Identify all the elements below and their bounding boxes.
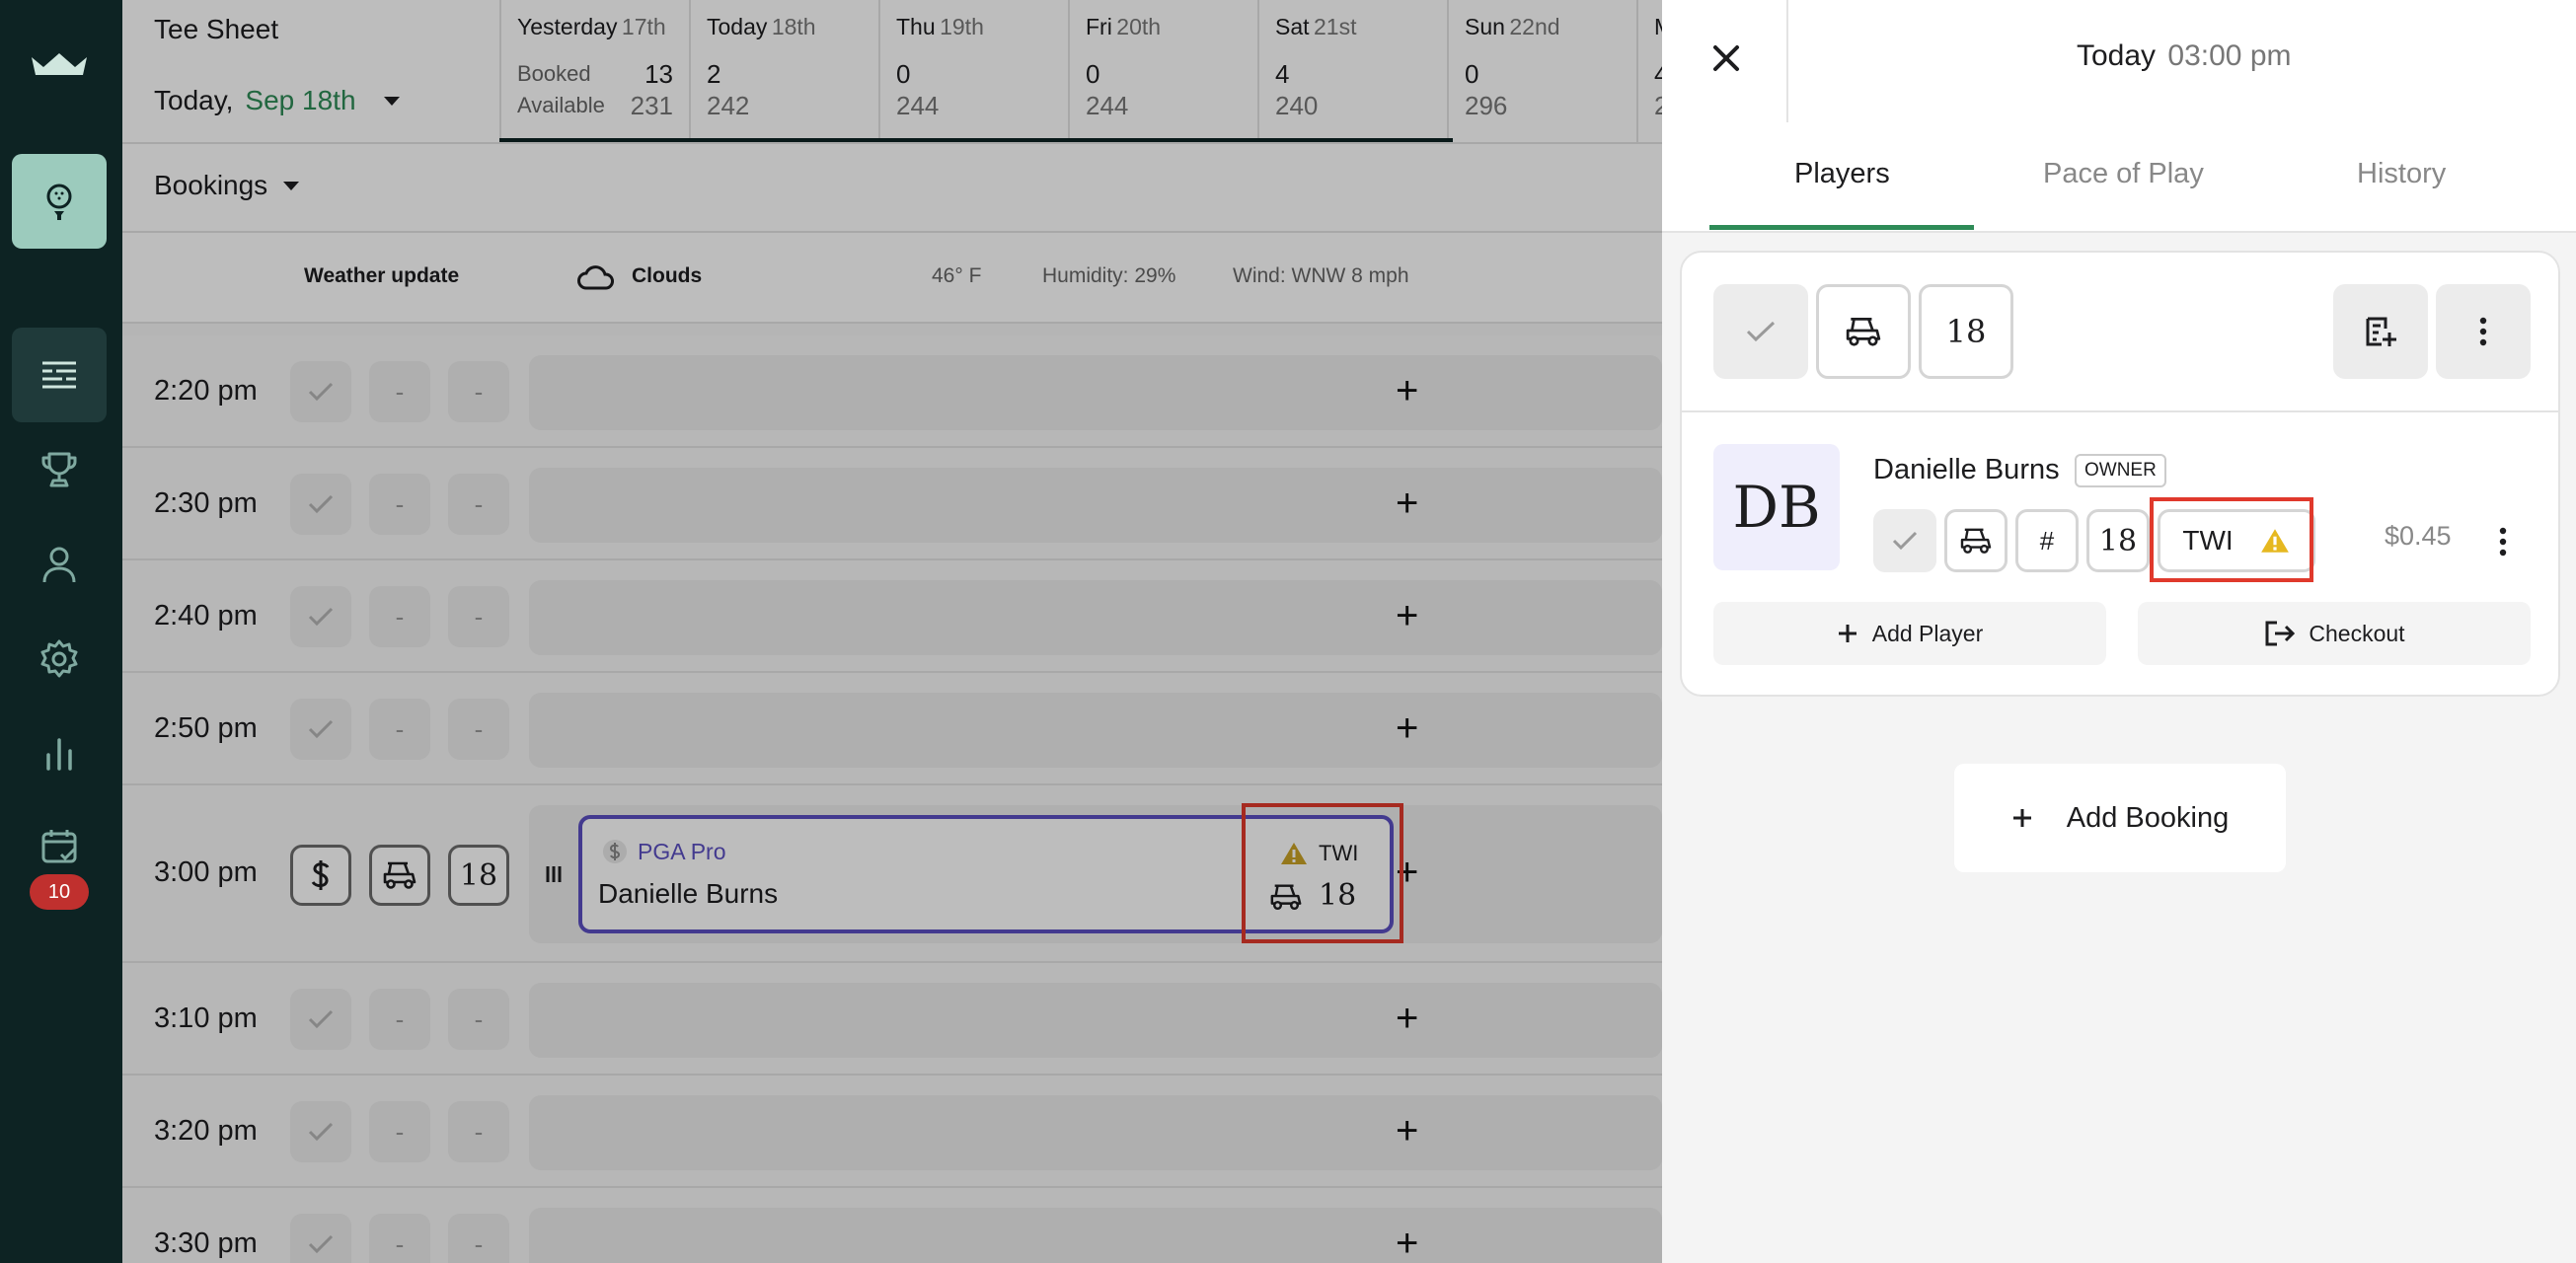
player-price: $0.45 [2385, 521, 2452, 551]
nav-item-tee-sheet[interactable] [12, 328, 107, 422]
more-vertical-icon [2479, 317, 2487, 346]
nav-item-reservations[interactable] [36, 823, 83, 870]
bar-chart-icon [46, 738, 72, 771]
nav-item-settings[interactable] [36, 635, 83, 683]
avatar: DB [1713, 444, 1840, 570]
golf-ball-tee-icon [46, 184, 72, 220]
panel-header: Today 03:00 pm Players Pace of Play Hist… [1662, 0, 2576, 233]
owner-badge: OWNER [2075, 454, 2166, 487]
checkout-button[interactable]: Checkout [2138, 602, 2531, 665]
nav-item-reports[interactable] [36, 730, 83, 778]
side-nav: 10 [0, 0, 122, 1263]
receipt-button[interactable] [2333, 284, 2428, 379]
golf-cart-icon [1846, 317, 1881, 346]
header-divider [1786, 0, 1788, 122]
nav-item-tournaments[interactable] [36, 446, 83, 493]
active-tab-indicator [1709, 225, 1974, 230]
player-name[interactable]: Danielle Burns [1873, 454, 2060, 486]
trophy-icon [41, 452, 77, 487]
user-icon [42, 547, 76, 583]
booking-group-card: 18 DB Danielle Burns OWNER # 18 TWI $0.4… [1680, 251, 2560, 697]
tab-pace-of-play[interactable]: Pace of Play [2043, 158, 2204, 190]
checkout-label: Checkout [2309, 620, 2405, 646]
reservations-count-badge: 10 [30, 874, 89, 910]
tee-time-detail-panel: Today 03:00 pm Players Pace of Play Hist… [1662, 0, 2576, 1263]
group-check-in-button[interactable] [1713, 284, 1808, 379]
add-player-label: Add Player [1871, 620, 1984, 646]
group-more-button[interactable] [2436, 284, 2531, 379]
card-divider [1682, 410, 2558, 412]
player-number-button[interactable]: # [2015, 509, 2079, 572]
gear-icon [40, 639, 78, 678]
plus-icon [1838, 625, 1856, 642]
player-cart-button[interactable] [1944, 509, 2008, 572]
panel-time: 03:00 pm [2167, 39, 2292, 72]
player-holes-button[interactable]: 18 [2086, 509, 2150, 572]
tee-sheet-icon [42, 361, 76, 389]
golf-cart-icon [1960, 528, 1992, 554]
plus-icon [2012, 809, 2031, 827]
check-icon [1746, 321, 1776, 342]
player-check-in-button[interactable] [1873, 509, 1936, 572]
tab-history[interactable]: History [2357, 158, 2446, 190]
nav-item-members[interactable] [36, 541, 83, 588]
panel-title: Today 03:00 pm [2077, 39, 2292, 73]
add-player-button[interactable]: Add Player [1713, 602, 2106, 665]
more-vertical-icon[interactable] [2499, 527, 2507, 557]
group-holes-button[interactable]: 18 [1919, 284, 2013, 379]
nav-item-courses[interactable] [12, 154, 107, 249]
modal-overlay[interactable] [122, 0, 1662, 1263]
check-icon [1892, 531, 1918, 551]
add-booking-label: Add Booking [2066, 801, 2230, 834]
close-icon[interactable] [1711, 43, 1741, 73]
crown-logo-icon[interactable] [30, 51, 89, 77]
group-cart-button[interactable] [1816, 284, 1911, 379]
panel-day: Today [2077, 39, 2157, 72]
calendar-check-icon [41, 830, 77, 863]
tab-players[interactable]: Players [1794, 158, 1890, 190]
add-booking-button[interactable]: Add Booking [1954, 764, 2286, 872]
logout-icon [2265, 621, 2296, 646]
highlight-box [2150, 497, 2313, 582]
receipt-add-icon [2366, 317, 2396, 346]
